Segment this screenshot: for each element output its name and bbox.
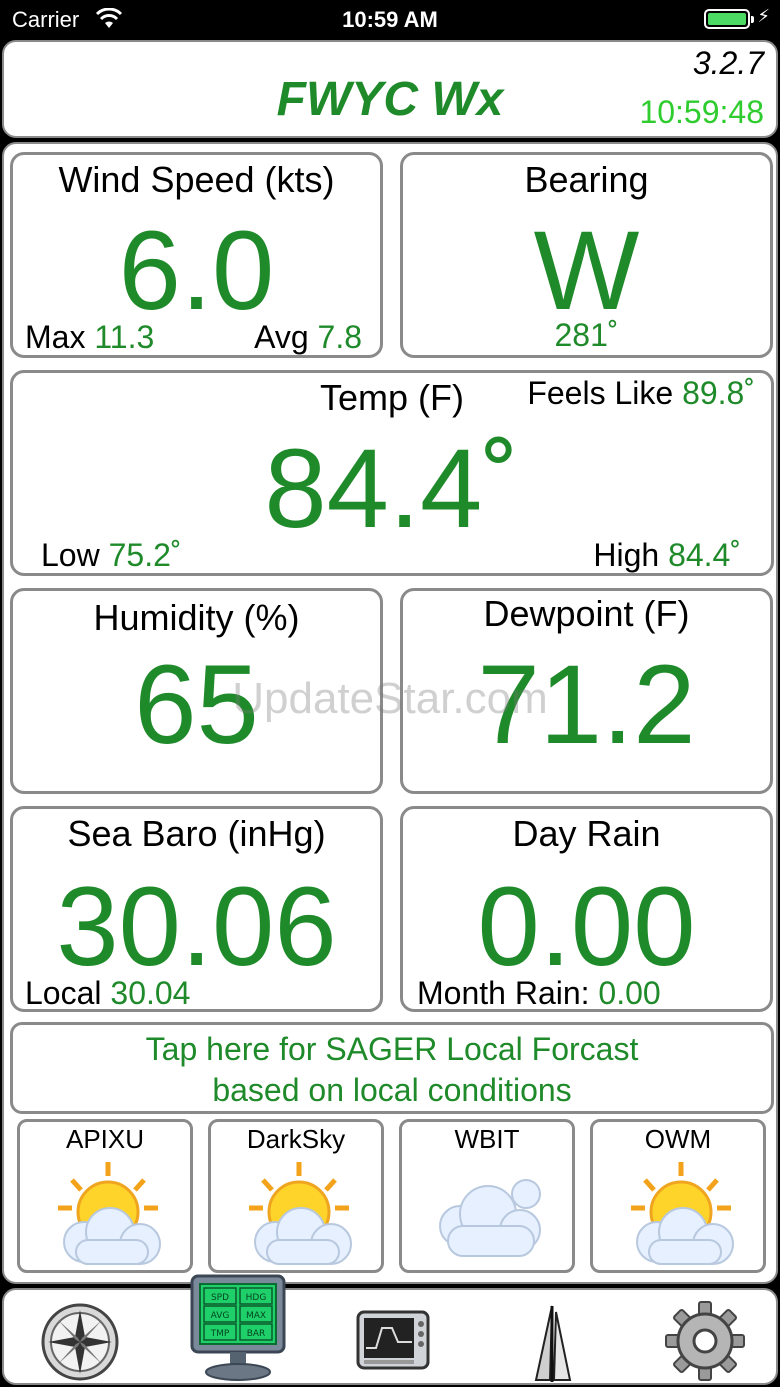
monitor-label-max: MAX xyxy=(246,1311,266,1321)
dewpoint-label: Dewpoint (F) xyxy=(483,593,690,634)
month-rain-value: 0.00 xyxy=(598,975,661,1011)
cloudy-icon xyxy=(439,1179,541,1257)
month-rain: Month Rain: 0.00 xyxy=(417,975,661,1012)
wind-max: Max 11.3 xyxy=(25,319,154,356)
feels-like: Feels Like 89.8˚ xyxy=(527,375,755,412)
sager-forecast-button[interactable]: Tap here for SAGER Local Forcast based o… xyxy=(10,1022,774,1114)
status-bar: Carrier 10:59 AM ⚡ xyxy=(0,0,780,40)
forecast-owm-label: OWM xyxy=(644,1124,712,1154)
humidity-card[interactable]: Humidity (%) 65 xyxy=(10,588,383,794)
feels-like-label: Feels Like xyxy=(527,375,674,411)
tab-bar: SPD HDG AVG MAX TMP BAR xyxy=(2,1274,778,1385)
bearing-direction: W xyxy=(533,208,640,333)
wind-speed-value: 6.0 xyxy=(118,208,275,333)
partly-sunny-icon xyxy=(249,1162,352,1265)
monitor-label-avg: AVG xyxy=(211,1311,230,1321)
humidity-label: Humidity (%) xyxy=(93,597,300,638)
forecast-darksky-label: DarkSky xyxy=(246,1124,346,1154)
monitor-label-spd: SPD xyxy=(211,1293,229,1303)
monitor-label-hdg: HDG xyxy=(246,1293,267,1303)
status-time: 10:59 AM xyxy=(342,7,438,32)
bearing-degrees: 281˚ xyxy=(554,317,619,353)
bearing-label: Bearing xyxy=(524,159,649,200)
partly-sunny-icon xyxy=(58,1162,161,1265)
monitor-label-tmp: TMP xyxy=(210,1329,230,1339)
temp-high: High 84.4˚ xyxy=(593,537,741,574)
sager-line1: Tap here for SAGER Local Forcast xyxy=(145,1031,639,1067)
sea-baro-card[interactable]: Sea Baro (inHg) 30.06 Local 30.04 xyxy=(10,806,383,1012)
sager-line2: based on local conditions xyxy=(212,1072,572,1108)
rain-label: Day Rain xyxy=(512,813,661,854)
partly-sunny-icon xyxy=(631,1162,734,1265)
compass-icon[interactable] xyxy=(40,1302,120,1382)
dewpoint-card[interactable]: Dewpoint (F) 71.2 xyxy=(400,588,773,794)
monitor-label-bar: BAR xyxy=(247,1329,266,1339)
wind-avg-value: 7.8 xyxy=(317,319,362,355)
forecast-apixu-label: APIXU xyxy=(65,1124,145,1154)
temp-high-value: 84.4˚ xyxy=(668,537,741,573)
sailboat-icon[interactable] xyxy=(526,1304,574,1384)
temp-value: 84.4˚ xyxy=(264,426,520,551)
graph-monitor-icon[interactable] xyxy=(356,1310,430,1372)
version-label: 3.2.7 xyxy=(692,45,764,81)
forecast-darksky[interactable]: DarkSky xyxy=(208,1119,384,1273)
app-header: FWYC Wx 3.2.7 10:59:48 xyxy=(2,40,778,138)
clock-label: 10:59:48 xyxy=(639,94,764,130)
temp-low: Low 75.2˚ xyxy=(41,537,182,574)
baro-label: Sea Baro (inHg) xyxy=(67,813,326,854)
month-rain-label: Month Rain: xyxy=(417,975,590,1011)
monitor-dashboard-icon[interactable]: SPD HDG AVG MAX TMP BAR xyxy=(190,1272,286,1382)
wind-max-label: Max xyxy=(25,319,86,355)
day-rain-card[interactable]: Day Rain 0.00 Month Rain: 0.00 xyxy=(400,806,773,1012)
main-panel: Wind Speed (kts) 6.0 Max 11.3 Avg 7.8 Be… xyxy=(2,142,778,1284)
wind-avg: Avg 7.8 xyxy=(254,319,362,356)
wind-avg-label: Avg xyxy=(254,319,309,355)
feels-like-value: 89.8˚ xyxy=(682,375,755,411)
temp-low-value: 75.2˚ xyxy=(108,537,182,573)
rain-value: 0.00 xyxy=(477,864,696,989)
baro-local-label: Local xyxy=(25,975,102,1011)
forecast-wbit[interactable]: WBIT xyxy=(399,1119,575,1273)
dewpoint-value: 71.2 xyxy=(477,642,696,767)
forecast-owm[interactable]: OWM xyxy=(590,1119,766,1273)
temp-high-label: High xyxy=(593,537,660,573)
gear-icon[interactable] xyxy=(664,1300,746,1382)
forecast-apixu[interactable]: APIXU xyxy=(17,1119,193,1273)
forecast-wbit-label: WBIT xyxy=(454,1124,520,1154)
battery-icon xyxy=(704,9,754,29)
baro-local-value: 30.04 xyxy=(110,975,191,1011)
temp-low-label: Low xyxy=(41,537,100,573)
bearing-card[interactable]: Bearing W 281˚ xyxy=(400,152,773,358)
baro-value: 30.06 xyxy=(56,864,337,989)
wind-speed-card[interactable]: Wind Speed (kts) 6.0 Max 11.3 Avg 7.8 xyxy=(10,152,383,358)
charging-icon: ⚡ xyxy=(757,6,770,26)
temperature-card[interactable]: Temp (F) Feels Like 89.8˚ 84.4˚ Low 75.2… xyxy=(10,370,774,576)
wind-speed-label: Wind Speed (kts) xyxy=(58,159,335,200)
baro-local: Local 30.04 xyxy=(25,975,190,1012)
humidity-value: 65 xyxy=(134,642,259,767)
wind-max-value: 11.3 xyxy=(94,319,155,355)
